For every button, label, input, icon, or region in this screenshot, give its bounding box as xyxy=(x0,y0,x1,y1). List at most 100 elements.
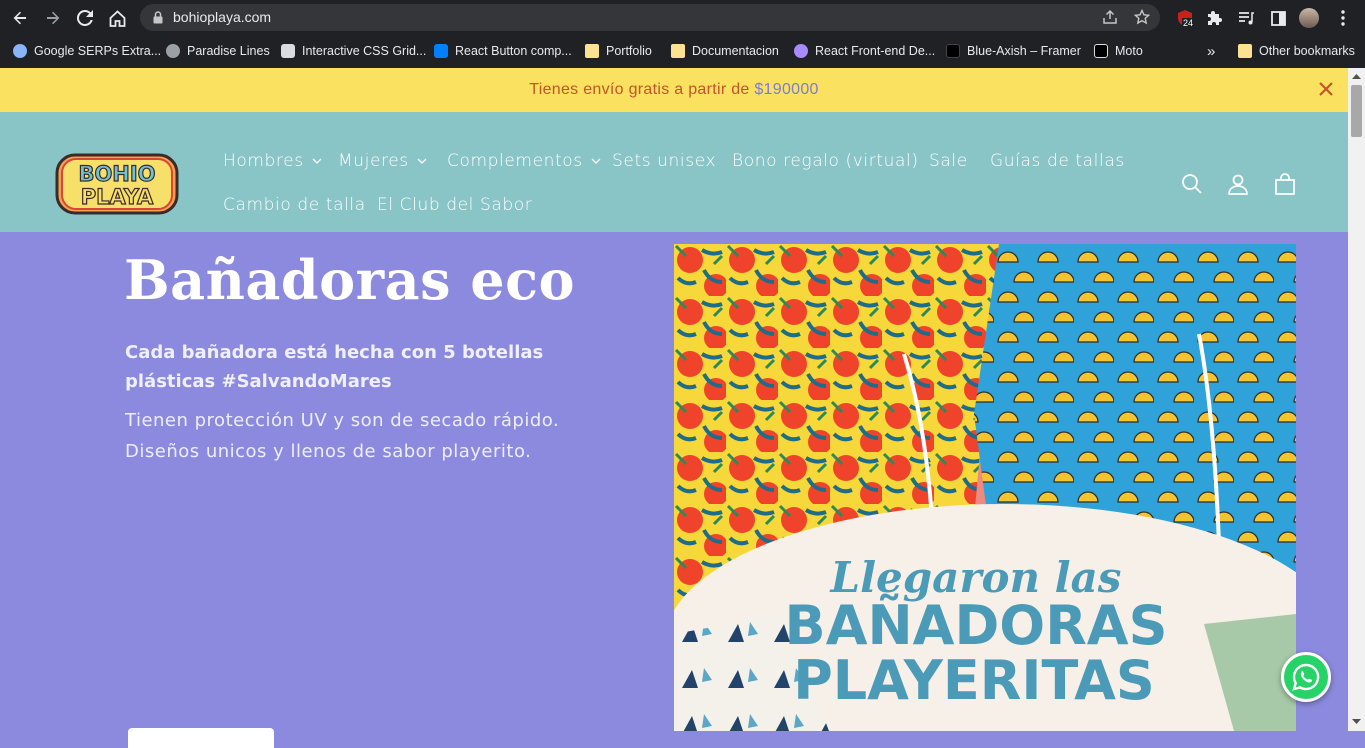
media-control-button[interactable] xyxy=(1235,7,1257,29)
hero-cta-button[interactable] xyxy=(128,728,274,748)
chevron-down-icon xyxy=(591,158,601,164)
bookmark-label: Google SERPs Extra... xyxy=(34,44,162,58)
account-icon[interactable] xyxy=(1226,172,1250,196)
back-button[interactable] xyxy=(8,6,32,30)
bookmark-item[interactable]: Blue-Axish – Framer xyxy=(946,42,1081,60)
scroll-thumb[interactable] xyxy=(1351,85,1362,137)
extension-badge: 24 xyxy=(1182,18,1195,28)
star-icon[interactable] xyxy=(1134,9,1150,25)
kebab-menu-icon xyxy=(1341,10,1345,26)
arrow-right-icon xyxy=(47,11,60,25)
home-icon xyxy=(109,9,125,27)
framer-icon xyxy=(946,44,960,58)
bookmark-label: Moto xyxy=(1115,44,1143,58)
announcement-text: Tienes envío gratis a partir de $190000 xyxy=(0,81,1348,99)
side-panel-icon xyxy=(1270,10,1286,26)
lock-icon xyxy=(153,11,163,24)
bookmarks-bar: Google SERPs Extra... Paradise Lines Int… xyxy=(0,35,1365,68)
more-bookmarks-button[interactable]: » xyxy=(1207,42,1215,60)
nav-label: Bono regalo (virtual) xyxy=(732,151,919,171)
forward-button[interactable] xyxy=(41,6,65,30)
nav-sets-unisex[interactable]: Sets unisex xyxy=(612,151,716,171)
bookmark-item[interactable]: Moto xyxy=(1094,42,1143,60)
whatsapp-button[interactable] xyxy=(1281,652,1331,702)
close-icon[interactable] xyxy=(1316,79,1336,99)
react-icon xyxy=(794,44,808,58)
profile-button[interactable] xyxy=(1298,7,1320,29)
bookmark-folder[interactable]: Documentacion xyxy=(671,42,779,60)
menu-button[interactable] xyxy=(1332,7,1354,29)
bookmark-item[interactable]: React Button comp... xyxy=(434,42,572,60)
url-text: bohioplaya.com xyxy=(173,9,272,25)
announcement-message: Tienes envío gratis a partir de xyxy=(529,81,750,98)
chevron-down-icon xyxy=(312,158,322,164)
bookmark-label: React Front-end De... xyxy=(815,44,936,58)
browser-toolbar: bohioplaya.com 24 xyxy=(0,0,1365,35)
nav-cambio-de-talla[interactable]: Cambio de talla xyxy=(223,195,366,215)
share-icon[interactable] xyxy=(1102,9,1118,25)
page-scrollbar[interactable] xyxy=(1348,68,1365,731)
mui-logo-icon xyxy=(434,44,448,58)
bookmark-label: React Button comp... xyxy=(455,44,572,58)
globe-icon xyxy=(166,44,180,58)
extensions-button[interactable] xyxy=(1204,7,1226,29)
bookmark-item[interactable]: Paradise Lines xyxy=(166,42,270,60)
image-headline-2: BAÑADORAS xyxy=(785,594,1168,657)
bookmark-label: Paradise Lines xyxy=(187,44,270,58)
avatar xyxy=(1299,8,1319,28)
puzzle-icon xyxy=(1208,11,1222,25)
nav-hombres[interactable]: Hombres xyxy=(223,151,322,171)
nav-label: Sets unisex xyxy=(612,151,717,171)
site-logo[interactable]: BOHIO PLAYA xyxy=(55,152,179,216)
side-panel-button[interactable] xyxy=(1267,7,1289,29)
nav-mujeres[interactable]: Mujeres xyxy=(338,151,427,171)
whatsapp-icon xyxy=(1292,663,1320,691)
nav-guias-de-tallas[interactable]: Guías de tallas xyxy=(990,151,1125,171)
bohio-playa-logo: BOHIO PLAYA xyxy=(55,153,179,215)
nav-complementos[interactable]: Complementos xyxy=(447,151,601,171)
extension-icon xyxy=(13,44,27,58)
playlist-icon xyxy=(1239,12,1254,25)
reload-icon xyxy=(77,10,93,26)
bookmark-label: Interactive CSS Grid... xyxy=(302,44,427,58)
nav-label: Complementos xyxy=(447,151,583,171)
search-icon[interactable] xyxy=(1180,172,1204,196)
home-button[interactable] xyxy=(105,6,129,30)
folder-icon xyxy=(585,44,599,58)
bookmark-item[interactable]: React Front-end De... xyxy=(794,42,935,60)
svg-text:PLAYA: PLAYA xyxy=(81,185,154,209)
image-headline-3: PLAYERITAS xyxy=(793,649,1155,712)
browser-chrome: bohioplaya.com 24 Google SERPs Extra... xyxy=(0,0,1365,68)
hero-title: Bañadoras eco xyxy=(124,248,576,312)
scroll-up-icon[interactable] xyxy=(1352,73,1361,79)
bookmark-folder[interactable]: Portfolio xyxy=(585,42,652,60)
other-bookmarks-folder[interactable]: Other bookmarks xyxy=(1238,42,1355,60)
chevrons-right-icon: » xyxy=(1207,42,1216,60)
bookmark-item[interactable]: Google SERPs Extra... xyxy=(13,42,161,60)
nav-club-del-sabor[interactable]: El Club del Sabor xyxy=(377,195,532,215)
hero-description: Tienen protección UV y son de secado ráp… xyxy=(125,410,560,462)
nav-label: Cambio de talla xyxy=(223,195,366,215)
folder-icon xyxy=(671,44,685,58)
free-shipping-threshold: $190000 xyxy=(754,81,819,98)
svg-text:BOHIO: BOHIO xyxy=(78,162,155,186)
bookmark-item[interactable]: Interactive CSS Grid... xyxy=(281,42,426,60)
reload-button[interactable] xyxy=(73,6,97,30)
hero-subtitle: Cada bañadora está hecha con 5 botellas … xyxy=(125,342,544,392)
address-bar[interactable]: bohioplaya.com xyxy=(140,4,1160,31)
nav-label: Mujeres xyxy=(338,151,409,171)
site-header: BOHIO PLAYA Hombres Mujeres Complementos… xyxy=(0,112,1348,232)
page-icon xyxy=(1094,44,1108,58)
scroll-down-icon[interactable] xyxy=(1352,719,1361,725)
folder-icon xyxy=(1238,44,1252,58)
cart-icon[interactable] xyxy=(1273,172,1297,196)
nav-sale[interactable]: Sale xyxy=(929,151,968,171)
hero-image: Llegaron las BAÑADORAS PLAYERITAS xyxy=(674,244,1296,731)
announcement-bar: Tienes envío gratis a partir de $190000 xyxy=(0,68,1348,112)
extension-shield-button[interactable]: 24 xyxy=(1174,7,1196,29)
bookmark-label: Other bookmarks xyxy=(1259,44,1355,58)
nav-bono-regalo[interactable]: Bono regalo (virtual) xyxy=(732,151,919,171)
swim-trunks-photo: Llegaron las BAÑADORAS PLAYERITAS xyxy=(674,244,1296,731)
nav-label: Hombres xyxy=(223,151,304,171)
nav-label: Sale xyxy=(929,151,968,171)
